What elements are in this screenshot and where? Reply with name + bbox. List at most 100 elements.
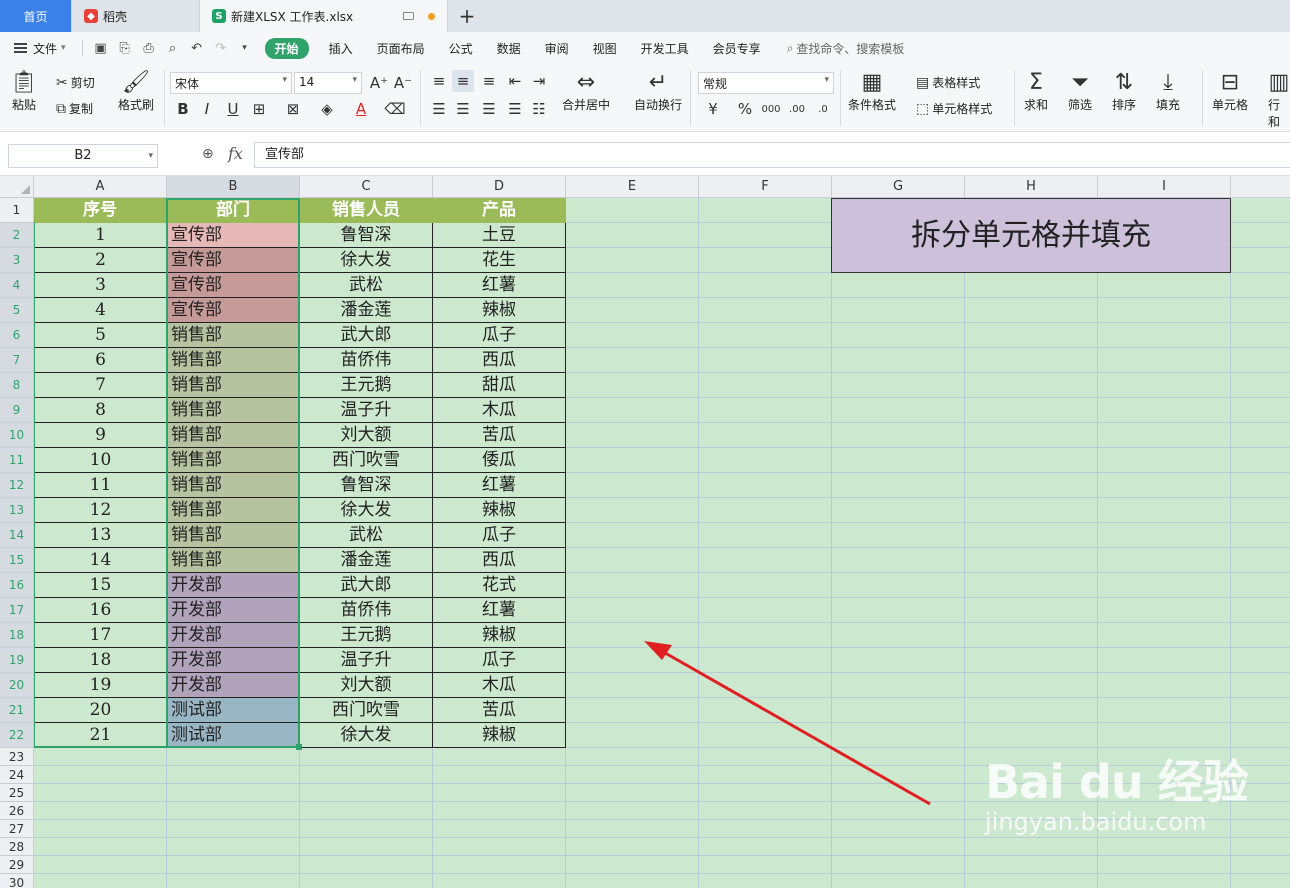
table-cell[interactable]: 倭瓜 xyxy=(433,448,566,473)
justify-icon[interactable]: ☰ xyxy=(504,98,526,120)
save-icon[interactable]: ▣ xyxy=(93,40,109,56)
table-cell[interactable]: 宣传部 xyxy=(167,298,300,323)
table-cell[interactable]: 10 xyxy=(34,448,167,473)
wrap-text-button[interactable]: ↵ 自动换行 xyxy=(634,70,682,113)
table-cell[interactable]: 销售部 xyxy=(167,423,300,448)
table-cell[interactable]: 瓜子 xyxy=(433,523,566,548)
table-cell[interactable]: 宣传部 xyxy=(167,273,300,298)
name-box[interactable]: B2 xyxy=(8,144,158,168)
row-col-button[interactable]: ▥ 行和 xyxy=(1268,70,1290,130)
row-header-1[interactable]: 1 xyxy=(0,198,34,223)
decrease-font-icon[interactable]: A⁻ xyxy=(392,72,414,94)
row-header-16[interactable]: 16 xyxy=(0,573,34,598)
row-header-17[interactable]: 17 xyxy=(0,598,34,623)
column-header-G[interactable]: G xyxy=(832,176,965,198)
table-header-cell[interactable]: 序号 xyxy=(34,198,167,223)
row-header-25[interactable]: 25 xyxy=(0,784,34,802)
table-cell[interactable]: 王元鹅 xyxy=(300,623,433,648)
row-header-5[interactable]: 5 xyxy=(0,298,34,323)
table-cell[interactable]: 21 xyxy=(34,723,167,748)
table-cell[interactable]: 辣椒 xyxy=(433,723,566,748)
thousands-icon[interactable]: 000 xyxy=(760,98,782,120)
table-cell[interactable]: 鲁智深 xyxy=(300,223,433,248)
row-header-6[interactable]: 6 xyxy=(0,323,34,348)
align-left-icon[interactable]: ☰ xyxy=(428,98,450,120)
border-icon[interactable]: ⊞ xyxy=(248,98,270,120)
tab-home[interactable]: 首页 xyxy=(0,0,72,32)
row-header-12[interactable]: 12 xyxy=(0,473,34,498)
fill-pattern-icon[interactable]: ⊠ xyxy=(282,98,304,120)
font-name-select[interactable]: 宋体 xyxy=(170,72,292,94)
row-header-30[interactable]: 30 xyxy=(0,874,34,888)
align-top-icon[interactable]: ≡ xyxy=(428,70,450,92)
print-icon[interactable]: ⎙ xyxy=(141,40,157,56)
table-cell[interactable]: 测试部 xyxy=(167,723,300,748)
table-cell[interactable]: 销售部 xyxy=(167,398,300,423)
tab-docer[interactable]: ◆ 稻壳 xyxy=(72,0,200,32)
italic-icon[interactable]: I xyxy=(196,98,218,120)
monitor-icon[interactable] xyxy=(403,12,414,20)
table-cell[interactable]: 销售部 xyxy=(167,448,300,473)
paste-button[interactable]: 📋︎ 粘贴 xyxy=(10,70,38,113)
table-cell[interactable]: 7 xyxy=(34,373,167,398)
table-cell[interactable]: 西门吹雪 xyxy=(300,698,433,723)
column-header-H[interactable]: H xyxy=(965,176,1098,198)
row-header-23[interactable]: 23 xyxy=(0,748,34,766)
table-cell[interactable]: 木瓜 xyxy=(433,398,566,423)
tab-home-ribbon[interactable]: 开始 xyxy=(264,37,309,59)
table-header-cell[interactable]: 销售人员 xyxy=(300,198,433,223)
row-header-14[interactable]: 14 xyxy=(0,523,34,548)
table-cell[interactable]: 武松 xyxy=(300,523,433,548)
format-painter-button[interactable]: 🖌︎ 格式刷 xyxy=(118,70,154,113)
column-header-overflow[interactable] xyxy=(1231,176,1290,198)
table-cell[interactable]: 木瓜 xyxy=(433,673,566,698)
tab-page-layout[interactable]: 页面布局 xyxy=(365,40,437,57)
table-cell[interactable]: 13 xyxy=(34,523,167,548)
table-header-cell[interactable]: 部门 xyxy=(167,198,300,223)
table-cell[interactable]: 开发部 xyxy=(167,648,300,673)
fill-color-icon[interactable]: ◈ xyxy=(316,98,338,120)
table-cell[interactable]: 15 xyxy=(34,573,167,598)
title-box[interactable]: 拆分单元格并填充 xyxy=(831,198,1231,273)
number-format-select[interactable]: 常规 xyxy=(698,72,834,94)
distribute-icon[interactable]: ☷ xyxy=(528,98,550,120)
table-cell[interactable]: 温子升 xyxy=(300,398,433,423)
indent-increase-icon[interactable]: ⇥ xyxy=(528,70,550,92)
tab-data[interactable]: 数据 xyxy=(485,40,533,57)
column-header-D[interactable]: D xyxy=(433,176,566,198)
table-cell[interactable]: 潘金莲 xyxy=(300,548,433,573)
table-cell[interactable]: 销售部 xyxy=(167,473,300,498)
table-cell[interactable]: 甜瓜 xyxy=(433,373,566,398)
more-icon[interactable]: ▾ xyxy=(237,40,253,56)
table-cell[interactable]: 徐大发 xyxy=(300,723,433,748)
table-cell[interactable]: 8 xyxy=(34,398,167,423)
sum-button[interactable]: Σ 求和 xyxy=(1024,70,1048,113)
table-cell[interactable]: 3 xyxy=(34,273,167,298)
table-cell[interactable]: 西瓜 xyxy=(433,348,566,373)
percent-icon[interactable]: % xyxy=(734,98,756,120)
table-cell[interactable]: 4 xyxy=(34,298,167,323)
tab-member[interactable]: 会员专享 xyxy=(701,40,773,57)
cell-button[interactable]: ⊟ 单元格 xyxy=(1212,70,1248,113)
row-header-4[interactable]: 4 xyxy=(0,273,34,298)
table-cell[interactable]: 苦瓜 xyxy=(433,423,566,448)
row-header-21[interactable]: 21 xyxy=(0,698,34,723)
row-header-26[interactable]: 26 xyxy=(0,802,34,820)
row-header-28[interactable]: 28 xyxy=(0,838,34,856)
table-cell[interactable]: 16 xyxy=(34,598,167,623)
table-cell[interactable]: 6 xyxy=(34,348,167,373)
row-header-24[interactable]: 24 xyxy=(0,766,34,784)
column-header-F[interactable]: F xyxy=(699,176,832,198)
table-cell[interactable]: 9 xyxy=(34,423,167,448)
row-header-10[interactable]: 10 xyxy=(0,423,34,448)
row-header-8[interactable]: 8 xyxy=(0,373,34,398)
table-cell[interactable]: 辣椒 xyxy=(433,298,566,323)
sort-button[interactable]: ⇅ 排序 xyxy=(1112,70,1136,113)
file-menu[interactable]: 文件 ▾ xyxy=(0,40,76,57)
row-header-27[interactable]: 27 xyxy=(0,820,34,838)
table-cell[interactable]: 鲁智深 xyxy=(300,473,433,498)
table-cell[interactable]: 徐大发 xyxy=(300,248,433,273)
spreadsheet-grid[interactable]: 序号 部门 销售人员 产品 1 宣传部 鲁智深 土豆 2 宣传部 徐大发 花生 3 宣传部 武松 红薯 4 宣传部… xyxy=(0,176,1290,888)
row-header-13[interactable]: 13 xyxy=(0,498,34,523)
table-cell[interactable]: 徐大发 xyxy=(300,498,433,523)
